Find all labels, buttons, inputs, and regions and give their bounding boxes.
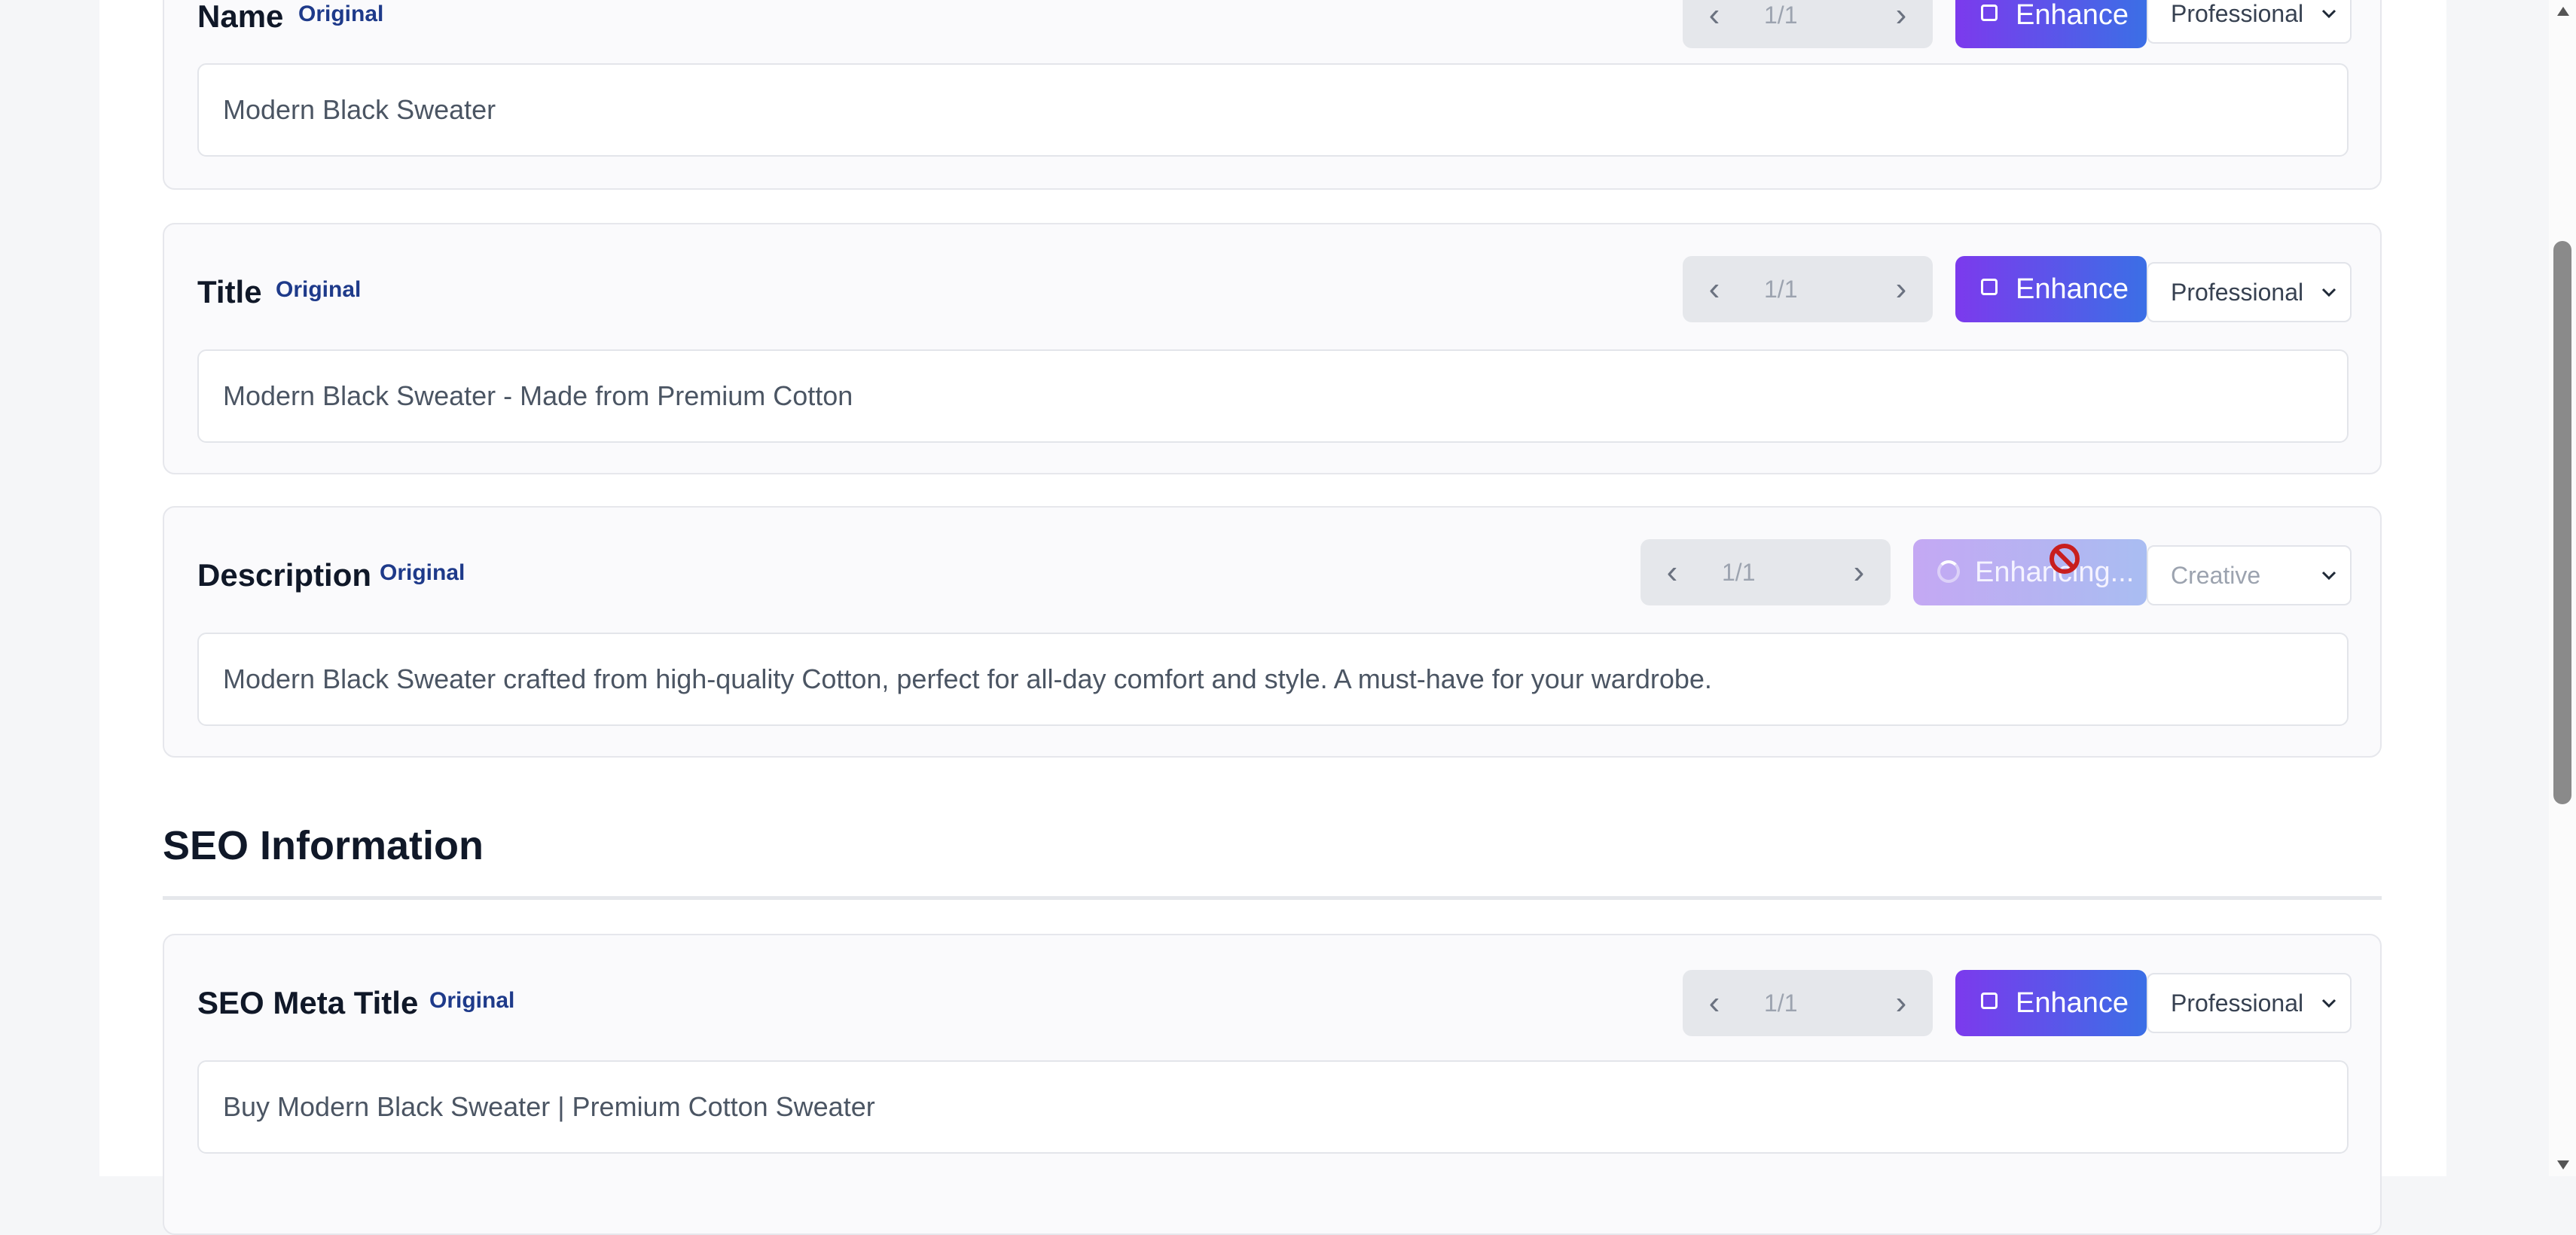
- original-badge: Original: [298, 2, 384, 26]
- original-badge: Original: [380, 560, 465, 585]
- version-pager: ‹ 1/1 ›: [1683, 970, 1933, 1036]
- field-label: Name: [197, 0, 284, 34]
- field-value-input[interactable]: Modern Black Sweater: [197, 63, 2349, 157]
- scroll-down-arrow-icon[interactable]: [2555, 1157, 2571, 1173]
- not-allowed-cursor-icon: [2050, 544, 2080, 574]
- field-card-seo-meta-title: SEO Meta Title Original ‹ 1/1 › Enhance …: [163, 934, 2382, 1235]
- chevron-down-icon: [2321, 9, 2336, 19]
- vertical-scrollbar[interactable]: [2549, 0, 2576, 1176]
- enhance-button[interactable]: Enhance: [1955, 970, 2147, 1036]
- loading-spinner-icon: [1937, 560, 1960, 583]
- chevron-down-icon: [2321, 571, 2336, 581]
- tone-select[interactable]: Professional: [2147, 0, 2352, 44]
- field-value-input[interactable]: Buy Modern Black Sweater | Premium Cotto…: [197, 1060, 2349, 1154]
- enhance-button-loading[interactable]: Enhancing...: [1913, 539, 2147, 605]
- chevron-down-icon: [2321, 999, 2336, 1008]
- sparkle-icon: [1981, 279, 1998, 295]
- section-title-seo: SEO Information: [163, 823, 484, 868]
- original-badge: Original: [276, 277, 362, 302]
- field-label: SEO Meta Title: [197, 985, 419, 1020]
- tone-select[interactable]: Creative: [2147, 545, 2352, 605]
- enhance-button[interactable]: Enhance: [1955, 0, 2147, 48]
- next-version-button[interactable]: ›: [1879, 256, 1924, 322]
- tone-value: Professional: [2171, 279, 2304, 306]
- version-count: 1/1: [1764, 990, 1798, 1017]
- field-card-name: Name Original ‹ 1/1 › Enhance Profession…: [163, 0, 2382, 190]
- field-value-text: Modern Black Sweater - Made from Premium…: [223, 380, 853, 411]
- field-label: Description: [197, 557, 372, 593]
- tone-value: Professional: [2171, 0, 2304, 27]
- sparkle-icon: [1981, 993, 1998, 1009]
- version-pager: ‹ 1/1 ›: [1683, 256, 1933, 322]
- enhance-label: Enhance: [2016, 273, 2129, 305]
- prev-version-button[interactable]: ‹: [1692, 970, 1737, 1036]
- prev-version-button[interactable]: ‹: [1650, 539, 1695, 605]
- tone-select[interactable]: Professional: [2147, 262, 2352, 322]
- next-version-button[interactable]: ›: [1836, 539, 1882, 605]
- field-value-input[interactable]: Modern Black Sweater crafted from high-q…: [197, 633, 2349, 726]
- scrollbar-thumb[interactable]: [2553, 241, 2571, 804]
- sparkle-icon: [1981, 5, 1998, 21]
- enhance-label: Enhance: [2016, 987, 2129, 1019]
- version-pager: ‹ 1/1 ›: [1683, 0, 1933, 48]
- field-card-title: Title Original ‹ 1/1 › Enhance Professio…: [163, 223, 2382, 474]
- prev-version-button[interactable]: ‹: [1692, 0, 1737, 48]
- chevron-down-icon: [2321, 288, 2336, 297]
- field-label: Title: [197, 274, 262, 310]
- tone-select[interactable]: Professional: [2147, 973, 2352, 1033]
- version-count: 1/1: [1764, 2, 1798, 29]
- field-value-text: Modern Black Sweater: [223, 94, 496, 125]
- field-value-text: Modern Black Sweater crafted from high-q…: [223, 663, 1712, 694]
- field-value-text: Buy Modern Black Sweater | Premium Cotto…: [223, 1091, 875, 1122]
- enhance-button[interactable]: Enhance: [1955, 256, 2147, 322]
- next-version-button[interactable]: ›: [1879, 0, 1924, 48]
- version-count: 1/1: [1722, 559, 1756, 586]
- field-value-input[interactable]: Modern Black Sweater - Made from Premium…: [197, 349, 2349, 443]
- prev-version-button[interactable]: ‹: [1692, 256, 1737, 322]
- next-version-button[interactable]: ›: [1879, 970, 1924, 1036]
- tone-value: Professional: [2171, 990, 2304, 1017]
- enhance-label: Enhance: [2016, 0, 2129, 31]
- section-divider: [163, 896, 2382, 900]
- version-count: 1/1: [1764, 276, 1798, 303]
- tone-value: Creative: [2171, 562, 2261, 589]
- scroll-up-arrow-icon[interactable]: [2555, 3, 2571, 20]
- original-badge: Original: [429, 988, 515, 1013]
- version-pager: ‹ 1/1 ›: [1641, 539, 1891, 605]
